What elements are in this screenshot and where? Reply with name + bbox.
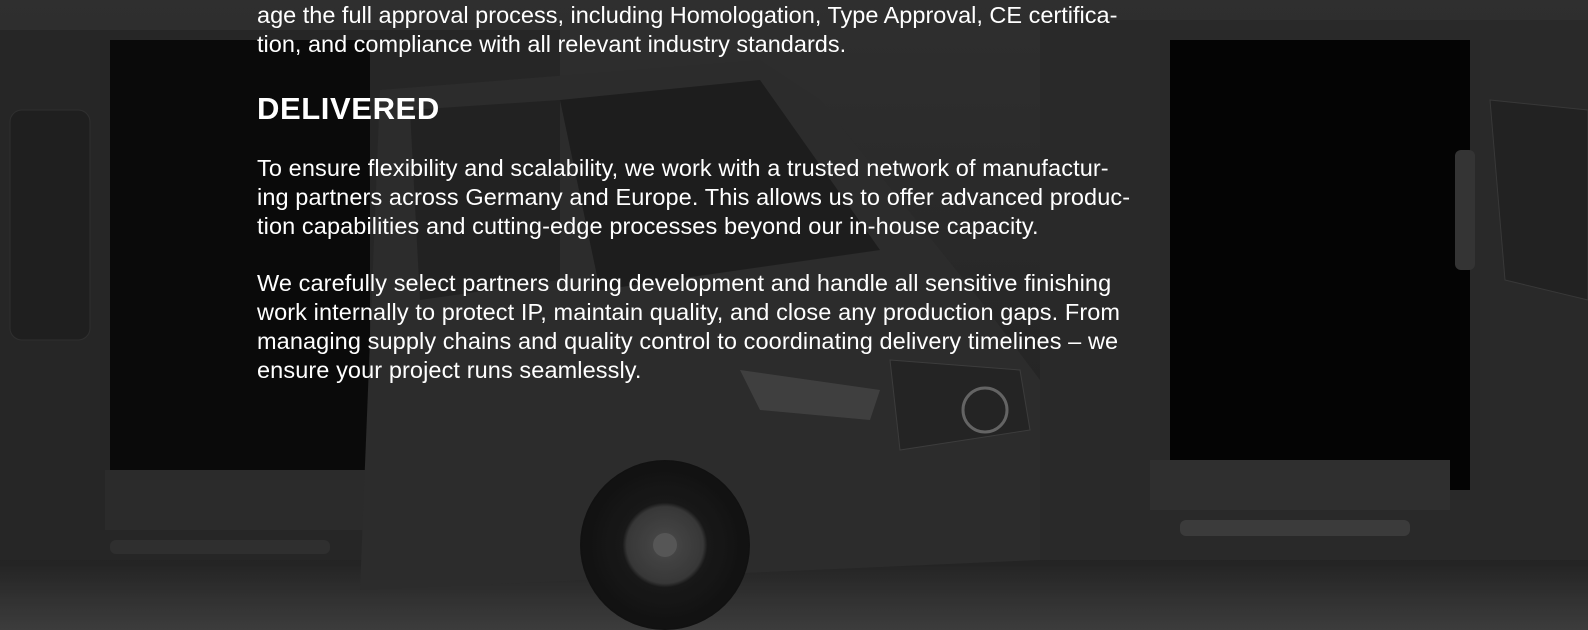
paragraph-line: To ensure flexibility and scalability, w… [257,155,1109,181]
intro-line: tion, and compliance with all relevant i… [257,31,847,57]
paragraph-flexibility: To ensure flexibility and scalability, w… [257,154,1130,241]
paragraph-line: We carefully select partners during deve… [257,270,1112,296]
paragraph-line: managing supply chains and quality contr… [257,328,1119,354]
section-heading: DELIVERED [257,91,440,126]
paragraph-line: ing partners across Germany and Europe. … [257,184,1131,210]
paragraph-partners: We carefully select partners during deve… [257,269,1120,385]
paragraph-line: work internally to protect IP, maintain … [257,299,1121,325]
intro-line: age the full approval process, including… [257,2,1118,28]
intro-paragraph: age the full approval process, including… [257,1,1117,59]
paragraph-line: ensure your project runs seamlessly. [257,357,642,383]
paragraph-line: tion capabilities and cutting-edge proce… [257,213,1039,239]
hero-section: age the full approval process, including… [0,0,1588,630]
